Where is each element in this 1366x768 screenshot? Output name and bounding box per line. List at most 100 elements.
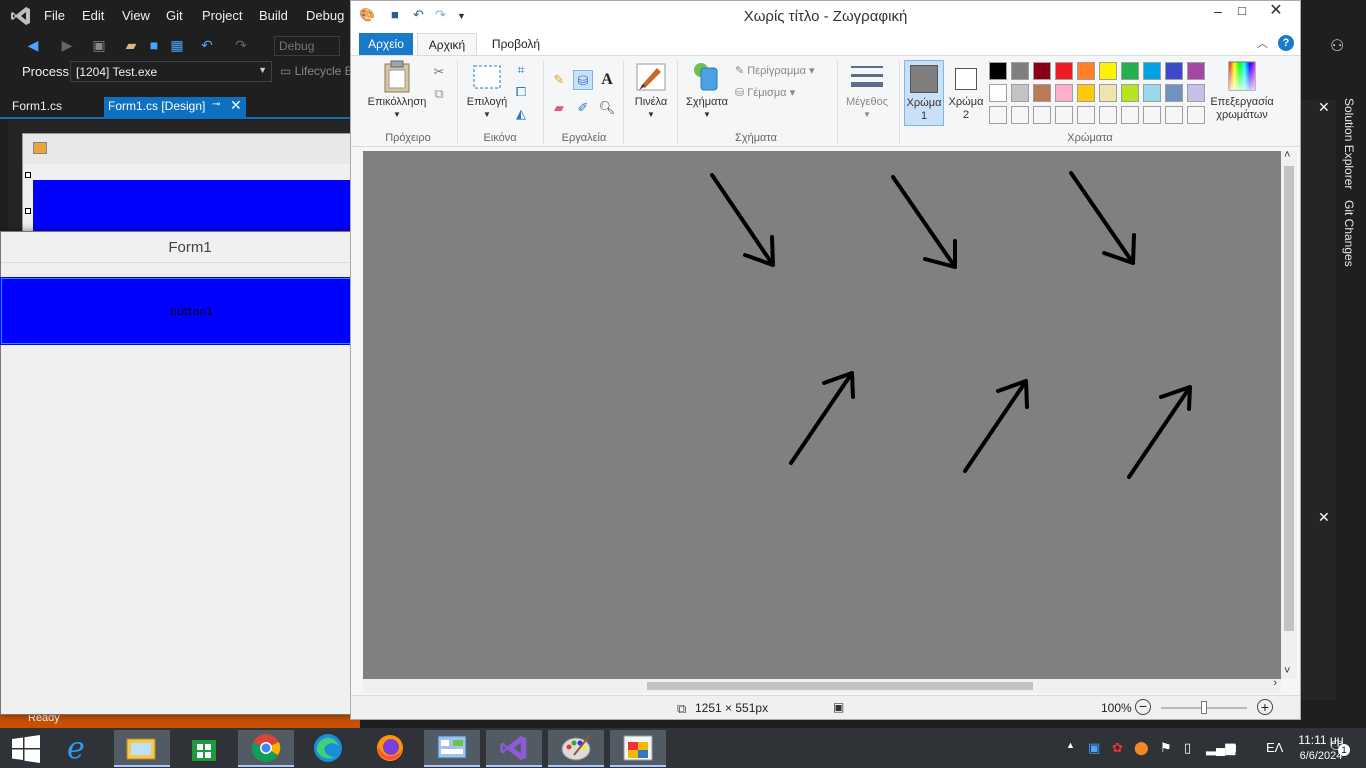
- magnifier-icon[interactable]: 🔍︎: [597, 98, 617, 118]
- brushes-button[interactable]: Πινέλα ▼: [629, 60, 673, 120]
- palette-swatch[interactable]: [1165, 106, 1183, 124]
- firefox-app[interactable]: [362, 730, 418, 767]
- outline-button[interactable]: ✎ Περίγραμμα ▾: [735, 64, 815, 77]
- zoom-in-icon[interactable]: +: [1257, 699, 1273, 715]
- selection-handle[interactable]: [25, 208, 31, 214]
- menu-view[interactable]: View: [122, 8, 150, 23]
- copy-icon[interactable]: ⧉: [429, 84, 449, 104]
- fill-button[interactable]: ⛁ Γέμισμα ▾: [735, 86, 795, 99]
- redo-icon[interactable]: ↷: [232, 36, 250, 54]
- palette-swatch[interactable]: [1033, 84, 1051, 102]
- undo-icon[interactable]: ↶: [198, 36, 216, 54]
- new-project-icon[interactable]: ▣: [90, 36, 108, 54]
- palette-swatch[interactable]: [989, 62, 1007, 80]
- palette-swatch[interactable]: [1077, 84, 1095, 102]
- palette-swatch[interactable]: [1077, 62, 1095, 80]
- scrollbar-thumb[interactable]: [647, 682, 1033, 690]
- flag-icon[interactable]: ⚑: [1160, 740, 1172, 756]
- save-icon[interactable]: ■: [145, 36, 163, 54]
- edge-app[interactable]: [300, 730, 356, 767]
- paint-window[interactable]: 🎨 ■ ↶ ↷ ▼ Χωρίς τίτλο - Ζωγραφική – □ ✕ …: [350, 0, 1301, 720]
- vertical-scrollbar[interactable]: ˄ ˅: [1281, 149, 1297, 679]
- eraser-icon[interactable]: ▰: [549, 98, 569, 118]
- close-icon[interactable]: ✕: [1318, 99, 1330, 116]
- save-all-icon[interactable]: ▦: [168, 36, 186, 54]
- palette-swatch[interactable]: [1011, 62, 1029, 80]
- palette-swatch[interactable]: [1143, 106, 1161, 124]
- palette-swatch[interactable]: [1011, 106, 1029, 124]
- forward-icon[interactable]: ▶: [58, 36, 76, 54]
- palette-swatch[interactable]: [1187, 62, 1205, 80]
- account-icon[interactable]: ⚇: [1330, 36, 1344, 56]
- menu-project[interactable]: Project: [202, 8, 242, 23]
- horizontal-scrollbar[interactable]: ›: [363, 677, 1281, 693]
- close-button[interactable]: ✕: [1253, 1, 1299, 21]
- palette-swatch[interactable]: [1143, 62, 1161, 80]
- palette-swatch[interactable]: [1121, 84, 1139, 102]
- palette-swatch[interactable]: [1099, 106, 1117, 124]
- chevron-up-icon[interactable]: ︿: [1257, 35, 1268, 51]
- palette-swatch[interactable]: [1187, 106, 1205, 124]
- open-folder-icon[interactable]: ▰: [122, 36, 140, 54]
- palette-swatch[interactable]: [1077, 106, 1095, 124]
- zoom-out-icon[interactable]: −: [1135, 699, 1151, 715]
- palette-swatch[interactable]: [1033, 62, 1051, 80]
- cut-icon[interactable]: ✂: [429, 62, 449, 82]
- palette-swatch[interactable]: [989, 84, 1007, 102]
- internet-explorer-app[interactable]: e: [54, 730, 110, 767]
- color2-button[interactable]: Χρώμα 2: [947, 60, 987, 126]
- lifecycle-events-button[interactable]: ▭ Lifecycle E: [280, 64, 353, 78]
- palette-swatch[interactable]: [1165, 62, 1183, 80]
- git-changes-tab[interactable]: Git Changes: [1342, 200, 1356, 267]
- palette-swatch[interactable]: [1099, 84, 1117, 102]
- chrome-app[interactable]: [238, 730, 294, 767]
- menu-git[interactable]: Git: [166, 8, 183, 23]
- store-app[interactable]: [176, 730, 232, 767]
- chevron-up-icon[interactable]: ˄: [1284, 149, 1290, 161]
- edit-colors-button[interactable]: Επεξεργασία χρωμάτων: [1207, 60, 1277, 122]
- tab-file[interactable]: Αρχείο: [359, 33, 413, 55]
- volume-icon[interactable]: 🔈︎: [1232, 740, 1240, 756]
- color1-button[interactable]: Χρώμα 1: [904, 60, 944, 126]
- back-icon[interactable]: ◀: [24, 36, 42, 54]
- visual-studio-app[interactable]: [486, 730, 542, 767]
- menu-debug[interactable]: Debug: [306, 8, 344, 23]
- pencil-icon[interactable]: ✎: [549, 70, 569, 90]
- close-icon[interactable]: ✕: [1318, 509, 1330, 526]
- select-button[interactable]: Επιλογή ▼: [461, 60, 513, 120]
- palette-swatch[interactable]: [1011, 84, 1029, 102]
- pin-icon[interactable]: ⊸: [212, 99, 220, 110]
- palette-swatch[interactable]: [1121, 106, 1139, 124]
- text-tool-icon[interactable]: A: [597, 70, 617, 90]
- tab-home[interactable]: Αρχική: [417, 33, 477, 57]
- zoom-slider[interactable]: [1161, 701, 1247, 714]
- control-panel-app[interactable]: [424, 730, 480, 767]
- shapes-button[interactable]: Σχήματα ▼: [683, 60, 731, 120]
- tab-form1-design[interactable]: Form1.cs [Design] ⊸ ✕: [104, 97, 246, 117]
- scrollbar-thumb[interactable]: [1284, 166, 1294, 631]
- rotate-icon[interactable]: ◭: [511, 104, 531, 124]
- solution-configuration-select[interactable]: Debug: [274, 36, 340, 56]
- palette-swatch[interactable]: [1165, 84, 1183, 102]
- input-language[interactable]: ΕΛ: [1266, 740, 1283, 755]
- palette-swatch[interactable]: [1143, 84, 1161, 102]
- crop-icon[interactable]: ⌗: [511, 60, 531, 80]
- menu-edit[interactable]: Edit: [82, 8, 104, 23]
- process-select[interactable]: [1204] Test.exe ▼: [70, 61, 272, 82]
- winforms-app[interactable]: [610, 730, 666, 767]
- palette-swatch[interactable]: [1033, 106, 1051, 124]
- paste-button[interactable]: Επικόλληση ▼: [365, 60, 429, 120]
- show-hidden-icons[interactable]: ▲: [1066, 740, 1075, 750]
- color-picker-icon[interactable]: ✐: [573, 98, 593, 118]
- resize-icon[interactable]: ⧠: [511, 82, 531, 102]
- start-button[interactable]: [0, 730, 50, 767]
- palette-swatch[interactable]: [989, 106, 1007, 124]
- chevron-right-icon[interactable]: ›: [1273, 677, 1277, 689]
- selection-handle[interactable]: [25, 172, 31, 178]
- antivirus-tray-icon[interactable]: ✿: [1112, 740, 1123, 756]
- wifi-icon[interactable]: ▂▄▆: [1206, 740, 1235, 756]
- zoom-slider-thumb[interactable]: [1201, 701, 1207, 714]
- menu-build[interactable]: Build: [259, 8, 288, 23]
- menu-file[interactable]: File: [44, 8, 65, 23]
- palette-swatch[interactable]: [1055, 84, 1073, 102]
